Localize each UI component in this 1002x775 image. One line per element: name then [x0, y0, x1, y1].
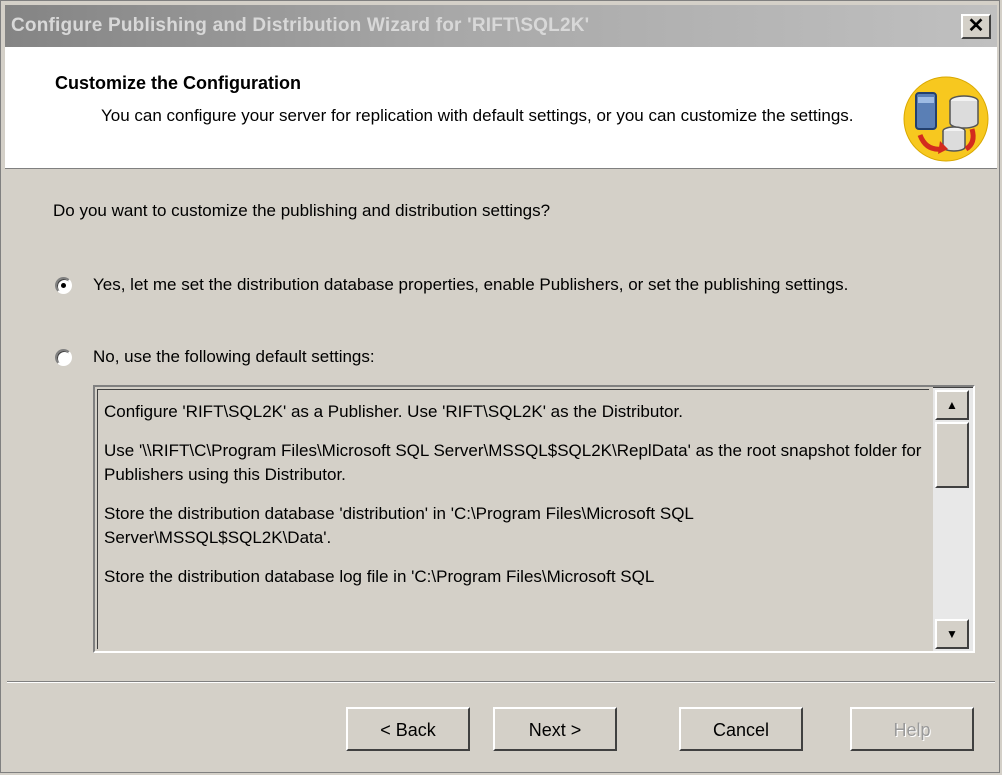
default-settings-box[interactable]: Configure 'RIFT\SQL2K' as a Publisher. U… [93, 385, 975, 653]
button-separator [7, 681, 995, 683]
help-button[interactable]: Help [850, 707, 974, 751]
wizard-header: Customize the Configuration You can conf… [5, 47, 997, 169]
window-title: Configure Publishing and Distribution Wi… [11, 15, 590, 36]
radio-no[interactable] [55, 349, 72, 366]
customize-question: Do you want to customize the publishing … [53, 201, 551, 220]
setting-distribution-db: Store the distribution database 'distrib… [104, 504, 694, 547]
radio-yes[interactable] [55, 277, 72, 294]
option-no-label[interactable]: No, use the following default settings: [93, 345, 993, 369]
setting-publisher: Configure 'RIFT\SQL2K' as a Publisher. U… [104, 402, 683, 421]
arrow-up-icon: ▲ [946, 398, 958, 412]
scroll-down-button[interactable]: ▼ [935, 619, 969, 649]
next-button[interactable]: Next > [493, 707, 617, 751]
page-description: You can configure your server for replic… [101, 106, 854, 125]
close-button[interactable]: ✕ [961, 14, 991, 39]
vertical-scrollbar[interactable]: ▲ ▼ [933, 387, 973, 651]
option-yes-label[interactable]: Yes, let me set the distribution databas… [93, 273, 993, 297]
cancel-button[interactable]: Cancel [679, 707, 803, 751]
close-icon: ✕ [967, 15, 985, 37]
scroll-up-button[interactable]: ▲ [935, 390, 969, 420]
page-title: Customize the Configuration [55, 73, 301, 93]
scroll-thumb[interactable] [935, 422, 969, 488]
wizard-window: Configure Publishing and Distribution Wi… [0, 0, 1000, 773]
arrow-down-icon: ▼ [946, 627, 958, 641]
default-settings-content: Configure 'RIFT\SQL2K' as a Publisher. U… [97, 389, 929, 649]
back-button[interactable]: < Back [346, 707, 470, 751]
setting-log-file: Store the distribution database log file… [104, 567, 655, 586]
replication-databases-icon [903, 76, 989, 162]
title-bar[interactable]: Configure Publishing and Distribution Wi… [5, 5, 997, 47]
setting-snapshot-folder: Use '\\RIFT\C\Program Files\Microsoft SQ… [104, 441, 922, 484]
radio-selected-dot [61, 283, 66, 288]
